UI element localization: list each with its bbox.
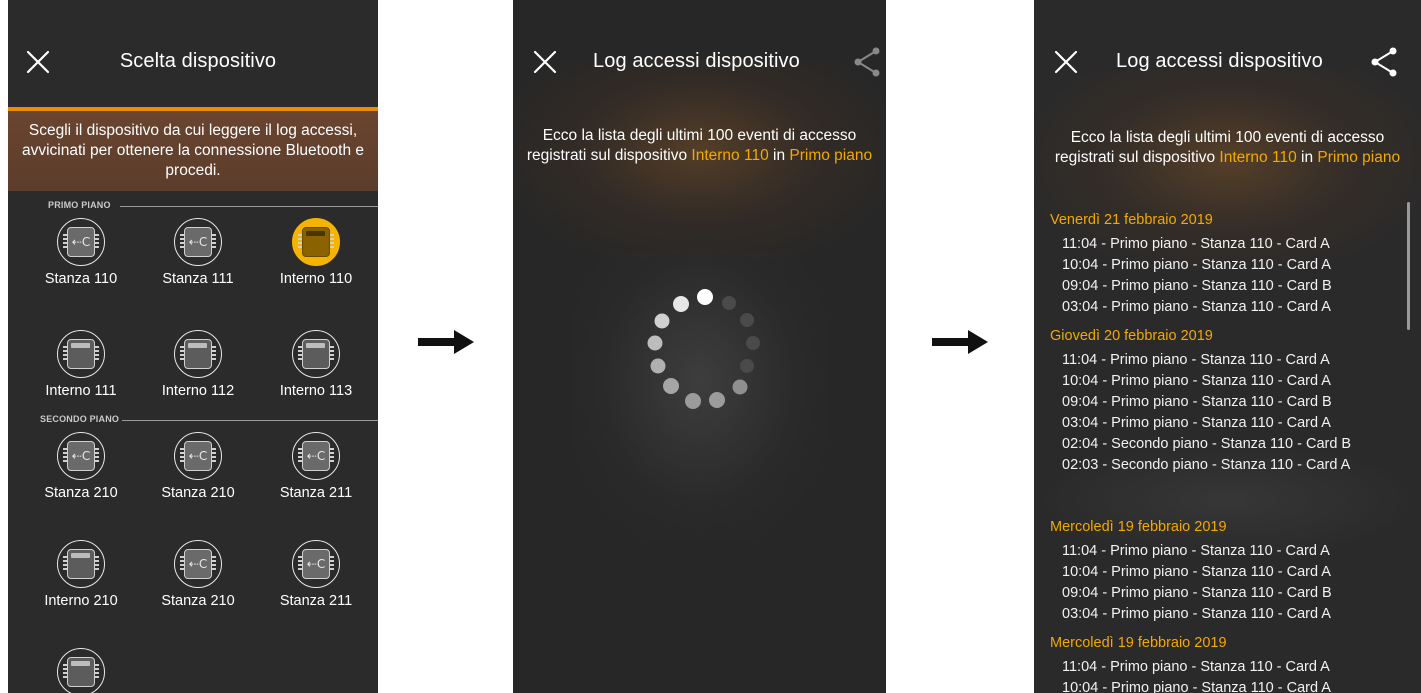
device-interno-210[interactable]: Interno 210: [26, 540, 136, 609]
day-header: Mercoledì 19 febbraio 2019: [1050, 519, 1227, 535]
device-label: Interno 110: [279, 271, 353, 287]
door-reader-icon: ⇠C: [57, 432, 105, 480]
log-entry: 11:04 - Primo piano - Stanza 110 - Card …: [1062, 659, 1330, 675]
device-label: Stanza 110: [44, 271, 118, 287]
door-reader-icon: ⇠C: [174, 540, 222, 588]
lead-text: Ecco la lista degli ultimi 100 eventi di…: [1034, 128, 1421, 168]
device-interno-111[interactable]: Interno 111: [26, 330, 136, 399]
device-label: Stanza 210: [161, 593, 235, 609]
log-entry: 09:04 - Primo piano - Stanza 110 - Card …: [1062, 585, 1332, 601]
device-label: Stanza 210: [161, 485, 235, 501]
section-label-primo-piano: PRIMO PIANO: [48, 200, 111, 210]
device-name-highlight: Interno 110: [1219, 149, 1297, 166]
log-entry: 10:04 - Primo piano - Stanza 110 - Card …: [1062, 257, 1331, 273]
device-partial[interactable]: [26, 648, 136, 693]
device-label: Stanza 211: [279, 593, 353, 609]
log-loading-screen: Log accessi dispositivo Ecco la lista de…: [513, 0, 886, 693]
share-icon[interactable]: [1369, 46, 1399, 78]
device-label: Interno 112: [161, 383, 235, 399]
log-entry: 11:04 - Primo piano - Stanza 110 - Card …: [1062, 236, 1330, 252]
device-stanza-210[interactable]: ⇠C Stanza 210: [143, 540, 253, 609]
door-reader-icon: ⇠C: [174, 218, 222, 266]
section-divider: [120, 206, 378, 207]
log-entry: 10:04 - Primo piano - Stanza 110 - Card …: [1062, 373, 1331, 389]
log-entry: 02:04 - Secondo piano - Stanza 110 - Car…: [1062, 436, 1352, 452]
arrow-right-icon: [418, 330, 474, 354]
door-reader-icon: ⇠C: [292, 432, 340, 480]
log-entry: 10:04 - Primo piano - Stanza 110 - Card …: [1062, 680, 1331, 693]
log-entry: 03:04 - Primo piano - Stanza 110 - Card …: [1062, 299, 1331, 315]
floor-name-highlight: Primo piano: [1317, 149, 1401, 166]
day-header: Mercoledì 19 febbraio 2019: [1050, 635, 1227, 651]
device-stanza-211[interactable]: ⇠C Stanza 211: [261, 432, 371, 501]
section-label-secondo-piano: SECONDO PIANO: [40, 414, 120, 424]
log-results-screen: Log accessi dispositivo Ecco la lista de…: [1034, 0, 1421, 693]
door-reader-icon: ⇠C: [292, 540, 340, 588]
app-bar: Scelta dispositivo: [8, 0, 378, 100]
device-label: Interno 210: [44, 593, 118, 609]
device-label: Stanza 111: [162, 271, 234, 287]
device-stanza-110[interactable]: ⇠C Stanza 110: [26, 218, 136, 287]
device-chip-icon: [57, 540, 105, 588]
log-entry: 10:04 - Primo piano - Stanza 110 - Card …: [1062, 564, 1331, 580]
log-entry: 03:04 - Primo piano - Stanza 110 - Card …: [1062, 415, 1331, 431]
device-interno-110-selected[interactable]: Interno 110: [261, 218, 371, 287]
device-interno-113[interactable]: Interno 113: [261, 330, 371, 399]
log-entry: 03:04 - Primo piano - Stanza 110 - Card …: [1062, 606, 1331, 622]
close-icon[interactable]: [1052, 48, 1080, 76]
instruction-banner: Scegli il dispositivo da cui leggere il …: [8, 111, 378, 191]
device-stanza-210[interactable]: ⇠C Stanza 210: [143, 432, 253, 501]
device-label: Stanza 210: [44, 485, 118, 501]
door-reader-icon: ⇠C: [174, 432, 222, 480]
device-interno-112[interactable]: Interno 112: [143, 330, 253, 399]
device-chip-icon: [292, 330, 340, 378]
device-label: Stanza 211: [279, 485, 353, 501]
lead-connector: in: [1296, 149, 1318, 166]
device-selection-screen: Scelta dispositivo Scegli il dispositivo…: [8, 0, 378, 693]
device-chip-icon: [292, 218, 340, 266]
scrollbar[interactable]: [1407, 202, 1410, 330]
log-entry: 09:04 - Primo piano - Stanza 110 - Card …: [1062, 394, 1332, 410]
device-chip-icon: [174, 330, 222, 378]
device-stanza-210[interactable]: ⇠C Stanza 210: [26, 432, 136, 501]
page-title: Scelta dispositivo: [119, 50, 277, 72]
app-bar: Log accessi dispositivo: [1034, 0, 1421, 100]
log-entry: 11:04 - Primo piano - Stanza 110 - Card …: [1062, 352, 1330, 368]
log-entry: 11:04 - Primo piano - Stanza 110 - Card …: [1062, 543, 1330, 559]
loading-spinner-icon: [647, 289, 760, 409]
log-entry: 02:03 - Secondo piano - Stanza 110 - Car…: [1062, 457, 1351, 473]
device-stanza-211[interactable]: ⇠C Stanza 211: [261, 540, 371, 609]
arrow-right-icon: [932, 330, 988, 354]
device-chip-icon: [57, 330, 105, 378]
device-stanza-111[interactable]: ⇠C Stanza 111: [143, 218, 253, 287]
log-entry: 09:04 - Primo piano - Stanza 110 - Card …: [1062, 278, 1332, 294]
device-label: Interno 113: [279, 383, 353, 399]
page-title: Log accessi dispositivo: [1116, 50, 1323, 72]
instruction-text: Scegli il dispositivo da cui leggere il …: [21, 122, 365, 179]
day-header: Giovedì 20 febbraio 2019: [1050, 328, 1213, 344]
device-chip-icon: [57, 648, 105, 693]
door-reader-icon: ⇠C: [57, 218, 105, 266]
section-divider: [122, 420, 378, 421]
device-label: Interno 111: [45, 383, 117, 399]
day-header: Venerdì 21 febbraio 2019: [1050, 212, 1213, 228]
